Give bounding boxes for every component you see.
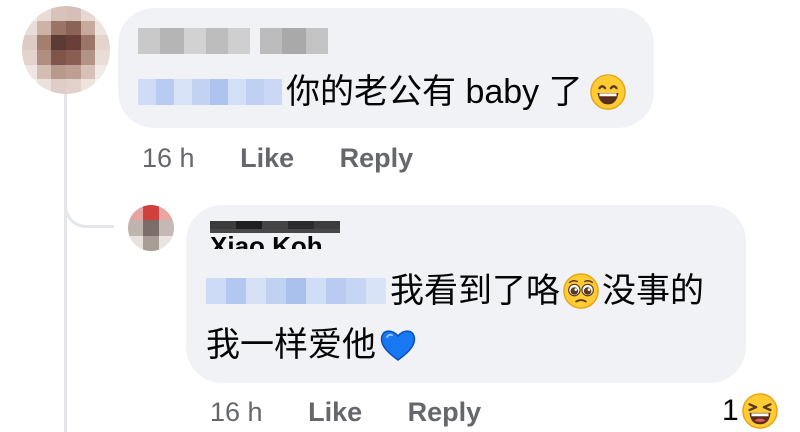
reply-author-name[interactable]: Xiao Koh xyxy=(210,221,340,249)
laughing-face-emoji-icon xyxy=(741,393,778,429)
reaction-count: 1 xyxy=(722,394,739,427)
reply-time[interactable]: 16 h xyxy=(210,397,263,427)
comment-bubble: 你的老公有 baby 了 xyxy=(118,8,654,128)
avatar[interactable] xyxy=(22,6,110,94)
blue-heart-emoji-icon xyxy=(380,330,416,361)
reply-mention-redacted[interactable] xyxy=(206,278,386,304)
grinning-face-emoji-icon xyxy=(589,74,626,110)
reply-button[interactable]: Reply xyxy=(340,143,414,173)
author-name-redacted[interactable] xyxy=(138,28,328,54)
reaction-summary[interactable]: 1 xyxy=(722,392,779,430)
comment-text: 你的老公有 baby 了 xyxy=(138,72,627,112)
reply-text-part2: 没事的 xyxy=(602,272,704,310)
reply-text-part1: 我看到了咯 xyxy=(390,272,560,310)
like-button[interactable]: Like xyxy=(240,143,294,173)
thread-connector xyxy=(64,180,114,228)
reply-avatar[interactable] xyxy=(128,205,174,251)
comment-text-body: 你的老公有 baby 了 xyxy=(286,73,583,111)
reply-text-part3: 我一样爱他 xyxy=(206,326,376,364)
thread-line xyxy=(64,92,67,432)
comment-time[interactable]: 16 h xyxy=(142,143,195,173)
reply-meta: 16 h Like Reply xyxy=(210,397,519,428)
reply-bubble: Xiao Koh 我看到了咯 没事的 我一样爱他 xyxy=(186,205,746,383)
pleading-face-emoji-icon xyxy=(563,273,599,309)
comment-meta: 16 h Like Reply xyxy=(142,143,451,174)
reply-text-line1: 我看到了咯 没事的 xyxy=(206,271,704,311)
reply-text-line2: 我一样爱他 xyxy=(206,325,418,365)
reply-author-name-text: Xiao Koh xyxy=(210,231,323,249)
reply-reply-button[interactable]: Reply xyxy=(408,397,482,427)
mention-redacted[interactable] xyxy=(138,79,282,105)
reply-like-button[interactable]: Like xyxy=(308,397,362,427)
